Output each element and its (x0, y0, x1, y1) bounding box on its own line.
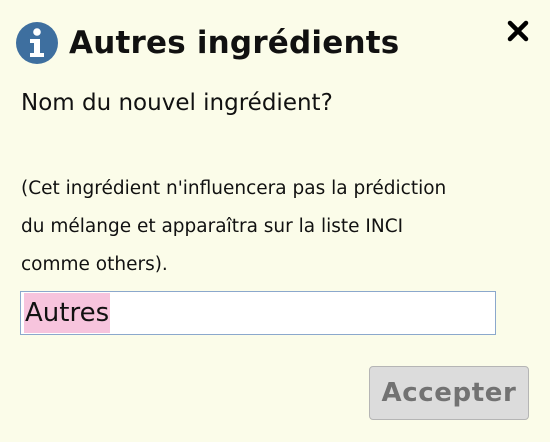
question-text: Nom du nouvel ingrédient? (21, 90, 333, 116)
accept-button[interactable]: Accepter (369, 366, 529, 420)
note-line: (Cet ingrédient n'influencera pas la pré… (21, 178, 447, 199)
info-icon (16, 22, 58, 64)
dialog-title: Autres ingrédients (69, 25, 400, 61)
close-icon[interactable] (505, 18, 531, 44)
ingredient-dialog: Autres ingrédients Nom du nouvel ingrédi… (0, 0, 550, 442)
note-line: comme others). (21, 254, 168, 275)
ingredient-name-input[interactable]: Autres (20, 291, 496, 335)
note-line: du mélange et apparaîtra sur la liste IN… (21, 216, 404, 237)
dialog-header: Autres ingrédients (16, 20, 399, 66)
ingredient-note: (Cet ingrédient n'influencera pas la pré… (21, 170, 521, 284)
input-value: Autres (24, 293, 111, 333)
